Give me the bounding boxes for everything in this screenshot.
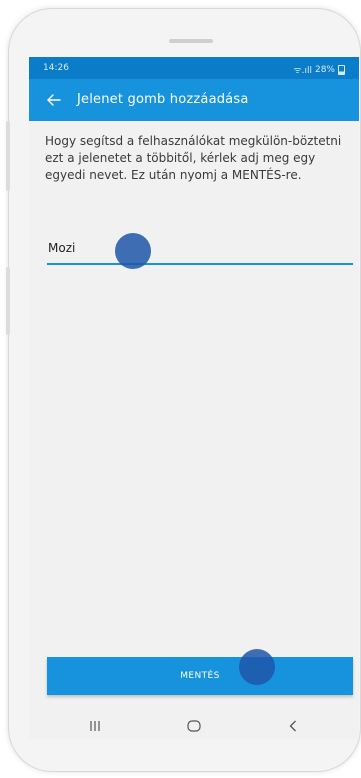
signal-icon: ᯤ.ıll: [293, 66, 312, 76]
speaker: [169, 39, 213, 43]
tap-indicator: [239, 649, 275, 685]
home-button[interactable]: [174, 711, 214, 739]
power-button: [6, 267, 10, 335]
phone-frame: 14:26 ᯤ.ıll 28% Jelenet gomb hozzáadása …: [6, 8, 361, 772]
home-icon: [187, 720, 201, 732]
nav-back-button[interactable]: [273, 711, 313, 739]
name-input[interactable]: [47, 237, 354, 259]
recent-apps-button[interactable]: [75, 711, 115, 739]
back-button[interactable]: [41, 87, 67, 113]
app-bar: Jelenet gomb hozzáadása: [29, 79, 359, 121]
status-indicators: ᯤ.ıll 28%: [293, 63, 345, 76]
recent-apps-icon: [90, 721, 100, 731]
chevron-left-icon: [289, 720, 296, 732]
battery-icon: [338, 64, 345, 75]
save-button[interactable]: MENTÉS: [47, 657, 353, 695]
system-nav-bar: [29, 707, 359, 739]
name-field[interactable]: [47, 237, 354, 265]
tap-indicator: [115, 233, 151, 269]
status-time: 14:26: [43, 63, 69, 73]
status-bar: 14:26 ᯤ.ıll 28%: [29, 57, 359, 79]
battery-percent: 28%: [314, 64, 335, 75]
arrow-left-icon: [47, 94, 61, 106]
screen: 14:26 ᯤ.ıll 28% Jelenet gomb hozzáadása …: [29, 57, 359, 739]
volume-button: [6, 121, 10, 191]
content: Hogy segítsd a felhasználókat megkülön-b…: [45, 133, 345, 184]
description-text: Hogy segítsd a felhasználókat megkülön-b…: [45, 134, 342, 182]
page-title: Jelenet gomb hozzáadása: [77, 92, 249, 107]
